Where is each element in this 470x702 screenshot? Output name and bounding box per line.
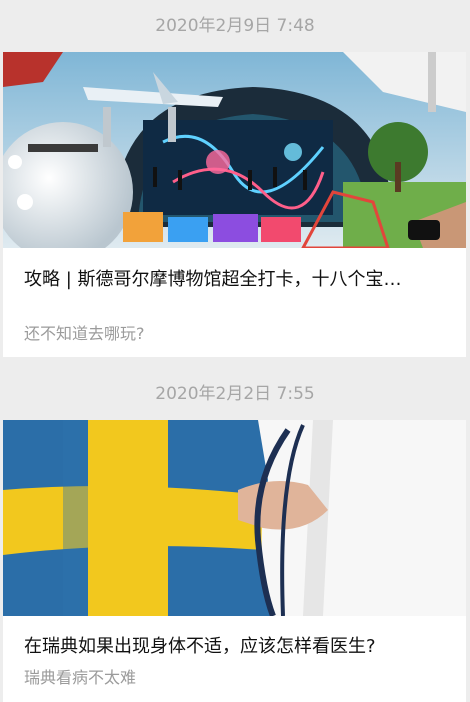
message-timestamp: 2020年2月9日 7:48 [155,16,315,36]
article-title[interactable]: 在瑞典如果出现身体不适，应该怎样看医生? [24,632,444,658]
article-card[interactable]: 在瑞典如果出现身体不适，应该怎样看医生? 瑞典看病不太难 [3,420,466,702]
message-timestamp: 2020年2月2日 7:55 [155,384,315,404]
article-title[interactable]: 攻略 | 斯德哥尔摩博物馆超全打卡，十八个宝… [24,265,444,291]
article-cover-image[interactable] [3,420,466,616]
article-card[interactable]: 攻略 | 斯德哥尔摩博物馆超全打卡，十八个宝… 还不知道去哪玩? [3,52,466,357]
museum-collage-image [3,52,466,248]
article-cover-image[interactable] [3,52,466,248]
article-digest: 还不知道去哪玩? [24,324,145,343]
article-digest: 瑞典看病不太难 [24,668,137,687]
swedish-flag-doctor-image [3,420,466,616]
